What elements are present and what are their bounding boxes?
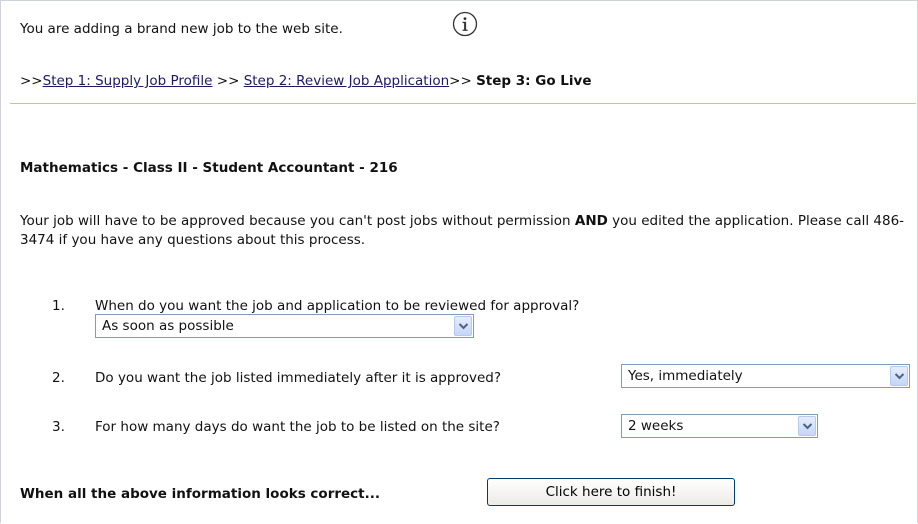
finish-button[interactable]: Click here to finish! [487,478,735,506]
listing-duration-select[interactable]: 2 weeks [621,414,818,438]
select-value: As soon as possible [102,318,234,334]
job-title: Mathematics - Class II - Student Account… [20,160,398,176]
question-number: 3. [52,419,65,435]
question-text: When do you want the job and application… [95,298,580,314]
divider [10,103,916,104]
listing-start-select[interactable]: Yes, immediately [621,364,910,388]
intro-text: You are adding a brand new job to the we… [20,21,343,37]
question-number: 1. [52,298,65,314]
current-step: Step 3: Go Live [476,73,592,89]
breadcrumb-separator: >> [212,73,244,89]
review-timing-select[interactable]: As soon as possible [95,314,474,338]
chevron-down-icon[interactable] [454,316,472,336]
select-value: 2 weeks [628,418,684,434]
breadcrumb-prefix: >> [20,73,43,89]
step-breadcrumb: >>Step 1: Supply Job Profile >> Step 2: … [20,73,592,89]
approval-note: Your job will have to be approved becaus… [20,212,915,250]
step2-link[interactable]: Step 2: Review Job Application [244,73,449,89]
select-value: Yes, immediately [628,368,743,384]
chevron-down-icon[interactable] [890,366,908,386]
info-icon[interactable] [452,11,478,37]
question-text: Do you want the job listed immediately a… [95,370,501,386]
approval-note-text: Your job will have to be approved becaus… [20,213,575,229]
question-number: 2. [52,370,65,386]
step1-link[interactable]: Step 1: Supply Job Profile [43,73,213,89]
question-text: For how many days do want the job to be … [95,419,500,435]
finish-prompt: When all the above information looks cor… [20,486,381,502]
breadcrumb-separator: >> [449,73,477,89]
chevron-down-icon[interactable] [798,416,816,436]
approval-note-emphasis: AND [574,213,608,229]
